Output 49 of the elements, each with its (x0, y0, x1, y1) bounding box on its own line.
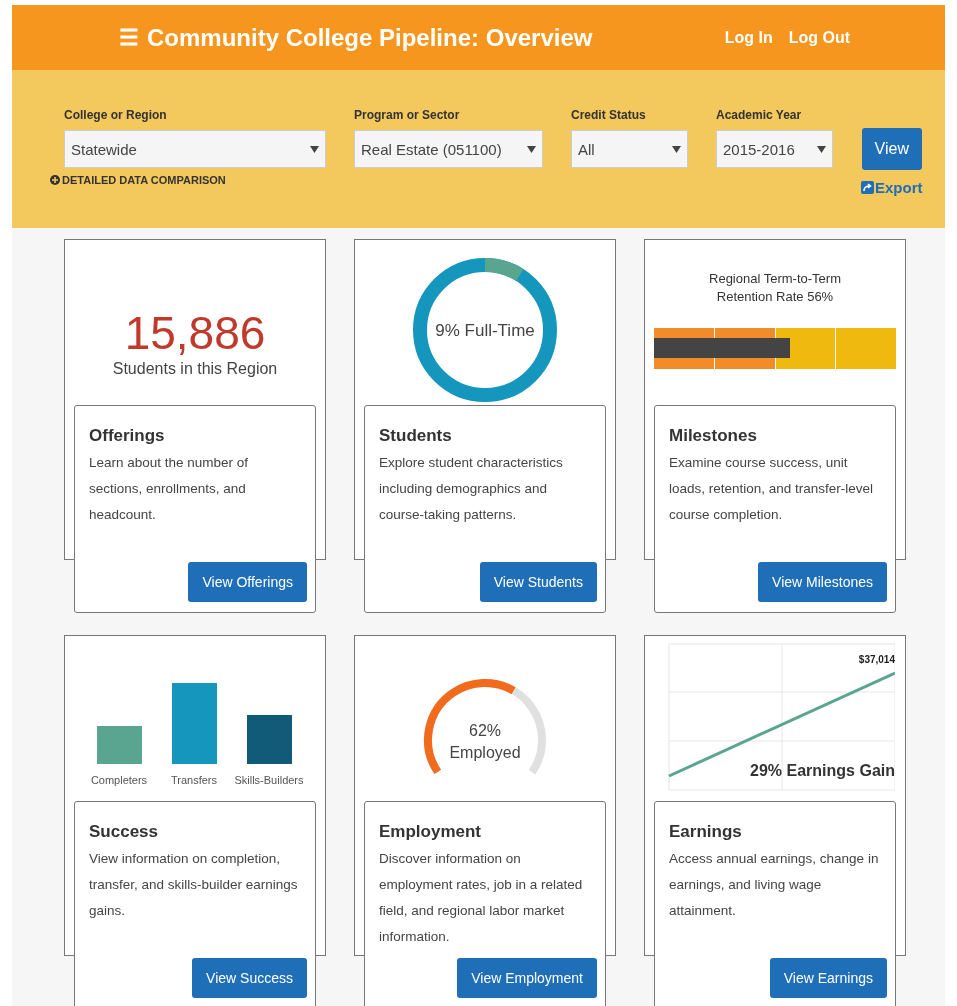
caret-icon (672, 145, 681, 153)
view-button[interactable]: View (861, 128, 922, 170)
card-title: Milestones (669, 426, 758, 446)
card-description: Learn about the number of sections, enrollments, and headcount. (89, 454, 250, 524)
view-button[interactable]: View Employment (457, 958, 597, 998)
filter-label: Academic Year (716, 108, 803, 124)
card-description: Access annual earnings, change in earnings, and living wage attainment. (669, 850, 880, 920)
page-title: Community College Pipeline: Overview (147, 23, 593, 52)
view-button[interactable]: View Success (192, 958, 307, 998)
bar (97, 726, 142, 764)
filter-label: College or Region (64, 108, 168, 124)
card-title: Employment (379, 822, 483, 842)
caret-icon (817, 145, 826, 153)
bar-label: Transfers (171, 774, 217, 786)
card-description: View information on completion, transfer, and skills-builder earnings gains. (89, 850, 299, 920)
view-button[interactable]: View Students (479, 562, 597, 602)
student-count: 15,886 (124, 306, 266, 360)
chart-caption: Regional Term-to-Term Retention Rate 56% (708, 270, 842, 306)
donut-label: 9% Full-Time (435, 321, 535, 340)
filter-label: Credit Status (571, 108, 647, 124)
bar (247, 715, 292, 764)
card-description: Discover information on employment rates, job in a related field, and regional labor market information. (379, 850, 584, 946)
end-value-label: $37,014 (858, 654, 895, 665)
card-title: Students (379, 426, 453, 446)
count-caption: Students in this Region (112, 360, 278, 378)
view-button[interactable]: View Earnings (769, 958, 887, 998)
view-button[interactable]: View Offerings (188, 562, 307, 602)
export-link[interactable]: Export (861, 179, 923, 196)
card-description: Explore student characteristics including demographics and course-taking patterns. (379, 454, 564, 524)
bar-label: Skills-Builders (234, 774, 304, 786)
caret-icon (527, 145, 536, 153)
filter-dropdown[interactable]: Real Estate (051100) (354, 130, 543, 168)
comparison-link[interactable]: DETAILED DATA COMPARISON (50, 174, 326, 186)
share-icon (861, 181, 874, 194)
view-button[interactable]: View Milestones (758, 562, 887, 602)
gauge-value: 62% (469, 722, 501, 739)
filter-label: Program or Sector (354, 108, 461, 124)
filter-dropdown[interactable]: Statewide (64, 130, 326, 168)
card-title: Earnings (669, 822, 743, 842)
bar-label: Completers (90, 774, 148, 786)
gauge-caption: Employed (449, 744, 521, 761)
card-title: Success (89, 822, 159, 842)
plus-circle-icon (50, 175, 60, 185)
caret-icon (310, 145, 319, 153)
card-description: Examine course success, unit loads, retention, and transfer-level course completion. (669, 454, 875, 524)
filter-dropdown[interactable]: 2015-2016 (716, 130, 833, 168)
earnings-gain: 29% Earnings Gain (750, 762, 895, 779)
card-title: Offerings (89, 426, 166, 446)
filter-dropdown[interactable]: All (571, 130, 688, 168)
